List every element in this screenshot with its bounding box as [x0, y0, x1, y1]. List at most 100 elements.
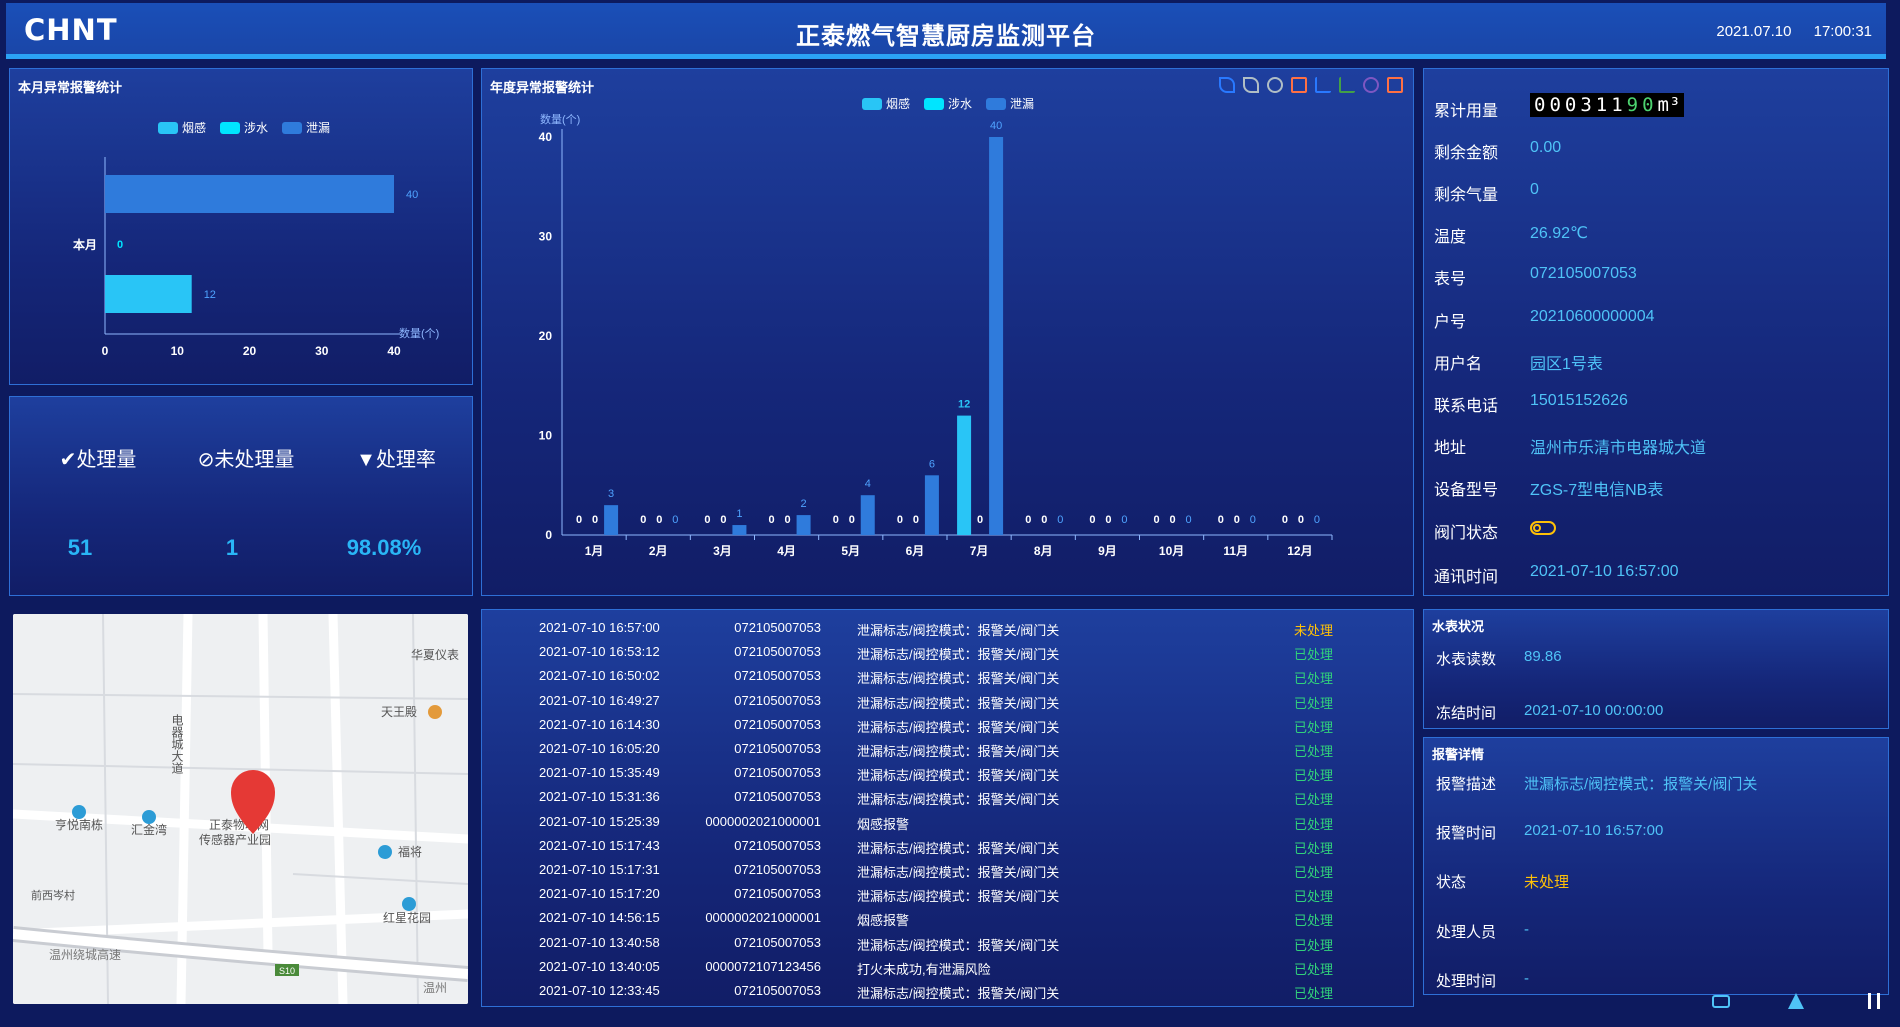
- log-device-id: 072105007053: [734, 934, 821, 950]
- alarm-log-row[interactable]: 2021-07-10 15:25:39 0000002021000001 烟感报警 已…: [482, 810, 1402, 834]
- bar-value-label: 0: [833, 514, 839, 526]
- bar-value-label: 0: [1314, 514, 1320, 526]
- bar-value-label: 12: [958, 399, 970, 411]
- x-tick-label: 0: [102, 344, 109, 358]
- x-tick-label: 10月: [1159, 544, 1184, 558]
- log-device-id: 072105007053: [734, 983, 821, 998]
- building-icon: [378, 845, 392, 859]
- log-device-id: 072105007053: [734, 837, 821, 853]
- alarm-log-row[interactable]: 2021-07-10 13:40:05 0000072107123456 打火未成功…: [482, 955, 1402, 979]
- log-description: 烟感报警: [857, 913, 910, 929]
- freeze-time-label: 冻结时间: [1436, 705, 1497, 722]
- header-datetime: 2021.07.10 17:00:31: [1716, 23, 1872, 40]
- map-label-sensor-park: 传感器产业园: [199, 832, 271, 847]
- bar-smoke: [957, 415, 972, 535]
- log-time: 2021-07-10 13:40:05: [539, 958, 660, 974]
- meter-info-value: 072105007053: [1530, 265, 1637, 282]
- log-time: 2021-07-10 12:33:45: [539, 983, 660, 998]
- log-time: 2021-07-10 16:49:27: [539, 692, 660, 708]
- filter-icon: ▼: [356, 449, 376, 471]
- log-time: 2021-07-10 16:14:30: [539, 716, 660, 732]
- bar-value-label: 0: [1282, 514, 1288, 526]
- bar-leak: [989, 137, 1004, 535]
- log-status: 已处理: [1294, 695, 1334, 711]
- meter-info-label: 阀门状态: [1434, 525, 1499, 542]
- meter-info-label: 剩余金额: [1434, 145, 1499, 162]
- valve-toggle-icon: [1530, 521, 1556, 535]
- log-device-id: 072105007053: [734, 692, 821, 708]
- alarm-log-row[interactable]: 2021-07-10 15:31:36 072105007053 泄漏标志/阀控模式…: [482, 785, 1402, 809]
- bar-leak: [796, 515, 811, 535]
- bar-leak: [860, 495, 875, 535]
- log-status: 已处理: [1294, 792, 1334, 808]
- cc-icon[interactable]: [1712, 995, 1730, 1008]
- log-status: 已处理: [1294, 840, 1334, 856]
- alarm-log-row[interactable]: 2021-07-10 16:57:00 072105007053 泄漏标志/阀控模式…: [482, 616, 1402, 640]
- alarm-time-label: 报警时间: [1436, 825, 1497, 842]
- valve-status-toggle[interactable]: [1530, 519, 1556, 538]
- meter-digits: 000311: [1534, 94, 1627, 116]
- log-device-id: 072105007053: [734, 668, 821, 684]
- alarm-log-row[interactable]: 2021-07-10 12:33:45 072105007053 泄漏标志/阀控模式…: [482, 979, 1402, 1003]
- alarm-log-row[interactable]: 2021-07-10 16:50:02 072105007053 泄漏标志/阀控模式…: [482, 664, 1402, 688]
- yearly-bar-chart: 数量(个)0102030401月0 032月0 0 03月0 0 14月0 025月0 046…: [539, 113, 1333, 558]
- alarm-log-row[interactable]: 2021-07-10 15:35:49 072105007053 泄漏标志/阀控模式…: [482, 761, 1402, 785]
- alarm-log-row[interactable]: 2021-07-10 13:40:58 072105007053 泄漏标志/阀控模式…: [482, 931, 1402, 955]
- meter-info-label: 设备型号: [1434, 482, 1499, 499]
- bar-smoke: [105, 275, 192, 313]
- unprocessed-header: ⊘未处理量: [176, 443, 316, 472]
- alarm-log-row[interactable]: 2021-07-10 15:17:31 072105007053 泄漏标志/阀控模式…: [482, 858, 1402, 882]
- processed-label: 处理量: [76, 449, 137, 471]
- meter-info-label: 累计用量: [1434, 103, 1499, 120]
- log-time: 2021-07-10 15:17:31: [539, 862, 660, 877]
- log-description: 泄漏标志/阀控模式：报警关/阀门关: [857, 986, 1060, 1001]
- x-tick-label: 30: [315, 344, 329, 358]
- forbidden-icon: ⊘: [197, 449, 215, 471]
- bar-value-label: 0: [1057, 514, 1063, 526]
- map-label-huijinwan: 汇金湾: [131, 822, 167, 837]
- bar-value-label: 0: [897, 514, 903, 526]
- header-date: 2021.07.10: [1716, 23, 1792, 40]
- meter-info-value: 园区1号表: [1530, 356, 1603, 373]
- log-description: 泄漏标志/阀控模式：报警关/阀门关: [857, 623, 1060, 638]
- kitchen-icon[interactable]: [1868, 993, 1880, 1009]
- alarm-log-row[interactable]: 2021-07-10 16:49:27 072105007053 泄漏标志/阀控模式…: [482, 689, 1402, 713]
- bar-value-label: 0: [1025, 514, 1031, 526]
- x-tick-label: 5月: [841, 544, 860, 558]
- x-tick-label: 2月: [649, 544, 668, 558]
- log-time: 2021-07-10 16:05:20: [539, 741, 660, 756]
- alarm-log-row[interactable]: 2021-07-10 15:17:20 072105007053 泄漏标志/阀控模式…: [482, 882, 1402, 906]
- log-description: 泄漏标志/阀控模式：报警关/阀门关: [857, 647, 1060, 663]
- check-circle-icon: ✔: [59, 449, 77, 471]
- bar-value-label: 0: [592, 514, 598, 526]
- meter-info-value: 0: [1530, 181, 1539, 198]
- log-description: 泄漏标志/阀控模式：报警关/阀门关: [857, 719, 1060, 735]
- log-description: 泄漏标志/阀控模式：报警关/阀门关: [857, 695, 1060, 711]
- road-icon[interactable]: [1788, 993, 1804, 1009]
- page-title: 正泰燃气智慧厨房监测平台: [796, 23, 1096, 50]
- alarm-log-row[interactable]: 2021-07-10 16:14:30 072105007053 泄漏标志/阀控模式…: [482, 713, 1402, 737]
- alarm-log-row[interactable]: 2021-07-10 16:05:20 072105007053 泄漏标志/阀控模式…: [482, 737, 1402, 761]
- y-tick-label: 30: [539, 230, 553, 244]
- header-bar: CHNT 正泰燃气智慧厨房监测平台 2021.07.10 17:00:31: [6, 3, 1886, 59]
- log-time: 2021-07-10 16:57:00: [539, 620, 660, 635]
- rate-header: ▼处理率: [326, 443, 466, 472]
- log-status: 已处理: [1294, 816, 1334, 832]
- water-meter-panel: 水表状况 水表读数 89.86 冻结时间 2021-07-10 00:00:00: [1423, 609, 1889, 729]
- location-map[interactable]: S10 华夏仪表 天王殿 电器城大道 亨悦南栋 汇金湾 正泰物联网 传感器产业园…: [13, 614, 468, 1004]
- bar-value-label: 0: [1089, 514, 1095, 526]
- log-device-id: 072105007053: [734, 716, 821, 732]
- meter-fraction-digits: 90: [1626, 94, 1658, 116]
- meter-info-label: 剩余气量: [1434, 187, 1499, 204]
- alarm-log-row[interactable]: 2021-07-10 15:17:43 072105007053 泄漏标志/阀控模式…: [482, 834, 1402, 858]
- bar-value-label: 0: [1234, 514, 1240, 526]
- bar-value-label: 4: [865, 478, 871, 490]
- log-time: 2021-07-10 16:50:02: [539, 668, 660, 684]
- unprocessed-label: 未处理量: [214, 449, 295, 471]
- alarm-log-row[interactable]: 2021-07-10 16:53:12 072105007053 泄漏标志/阀控模式…: [482, 640, 1402, 664]
- alarm-log-list[interactable]: 2021-07-10 16:57:00 072105007053 泄漏标志/阀控模式…: [482, 610, 1413, 1006]
- alarm-log-row[interactable]: 2021-07-10 14:56:15 0000002021000001 烟感报警 已…: [482, 906, 1402, 930]
- log-status: 已处理: [1294, 913, 1334, 929]
- alarm-time-value: 2021-07-10 16:57:00: [1524, 822, 1664, 839]
- log-status: 已处理: [1294, 937, 1334, 953]
